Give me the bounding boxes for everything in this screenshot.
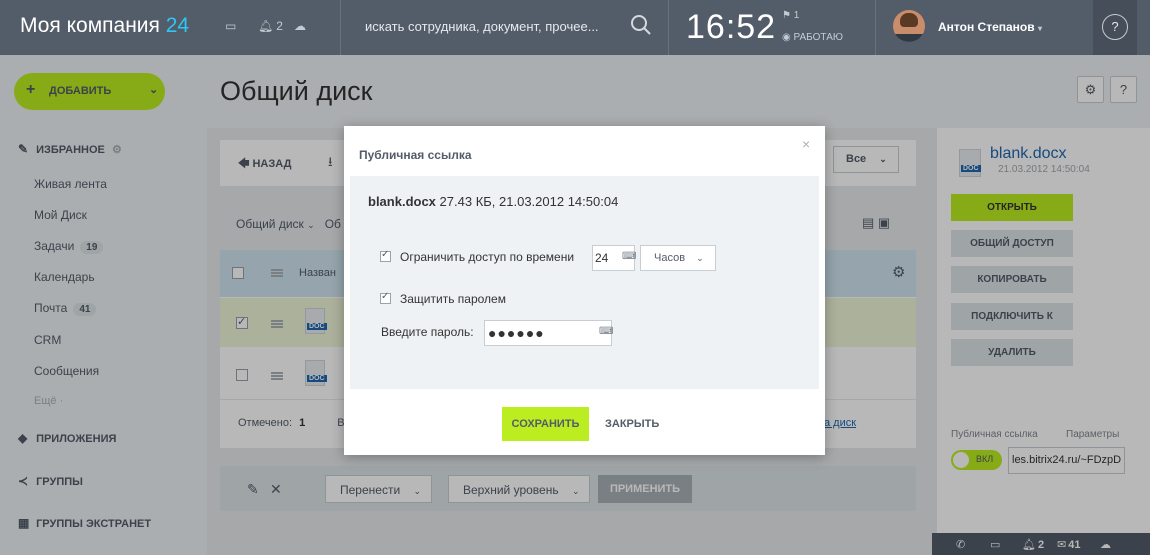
file-info: blank.docx 27.43 КБ, 21.03.2012 14:50:04 <box>368 194 618 209</box>
protect-password-checkbox[interactable] <box>380 291 391 304</box>
notification-count: 2 <box>276 19 283 33</box>
password-label: Введите пароль: <box>381 325 474 339</box>
divider <box>875 0 876 55</box>
chat-icon[interactable]: ▭ <box>225 19 236 33</box>
user-menu[interactable]: Антон Степанов ▾ <box>938 20 1042 34</box>
avatar[interactable] <box>893 10 925 42</box>
divider <box>668 0 669 55</box>
flag-icon: ⚑ 1 <box>782 10 800 21</box>
time-unit-select[interactable]: Часов ⌄ <box>640 245 716 271</box>
protect-password-label: Защитить паролем <box>400 292 506 306</box>
public-link-dialog: Публичная ссылка × blank.docx 27.43 КБ, … <box>344 126 825 455</box>
close-icon[interactable]: × <box>802 136 810 152</box>
flag-count: 1 <box>793 10 800 21</box>
notifications-bell-icon[interactable]: 🔔︎ 2 <box>258 19 283 33</box>
clock[interactable]: 16:52 <box>686 8 776 47</box>
limit-time-label: Ограничить доступ по времени <box>400 250 575 264</box>
chevron-down-icon: ⌄ <box>696 253 704 263</box>
dialog-title: Публичная ссылка <box>359 148 472 162</box>
time-unit-value: Часов <box>654 252 686 264</box>
help-button[interactable]: ? <box>1093 0 1137 55</box>
divider <box>340 0 341 55</box>
password-field[interactable]: ●●●●●● <box>484 320 612 346</box>
keyboard-icon[interactable]: ⌨ <box>622 251 636 262</box>
limit-time-checkbox[interactable] <box>380 249 391 262</box>
close-button[interactable]: ЗАКРЫТЬ <box>605 418 659 430</box>
chevron-down-icon: ▾ <box>1037 24 1042 33</box>
work-status-label: РАБОТАЮ <box>793 32 843 43</box>
user-name: Антон Степанов <box>938 20 1035 34</box>
keyboard-icon[interactable]: ⌨ <box>599 326 613 337</box>
search-icon[interactable] <box>630 14 652 36</box>
file-meta: 27.43 КБ, 21.03.2012 14:50:04 <box>439 194 619 209</box>
help-icon: ? <box>1102 14 1128 40</box>
save-button[interactable]: СОХРАНИТЬ <box>502 407 589 441</box>
company-logo[interactable]: Моя компания 24 <box>20 14 189 38</box>
work-status[interactable]: ◉ РАБОТАЮ <box>782 32 843 43</box>
cloud-icon[interactable]: ☁︎ <box>294 19 306 33</box>
file-name: blank.docx <box>368 194 436 209</box>
company-name: Моя компания <box>20 14 160 37</box>
brand-number: 24 <box>165 14 190 37</box>
top-header: Моя компания 24 ▭ 🔔︎ 2 ☁︎ искать сотрудни… <box>0 0 1150 55</box>
search-input[interactable]: искать сотрудника, документ, прочее... <box>365 19 599 34</box>
